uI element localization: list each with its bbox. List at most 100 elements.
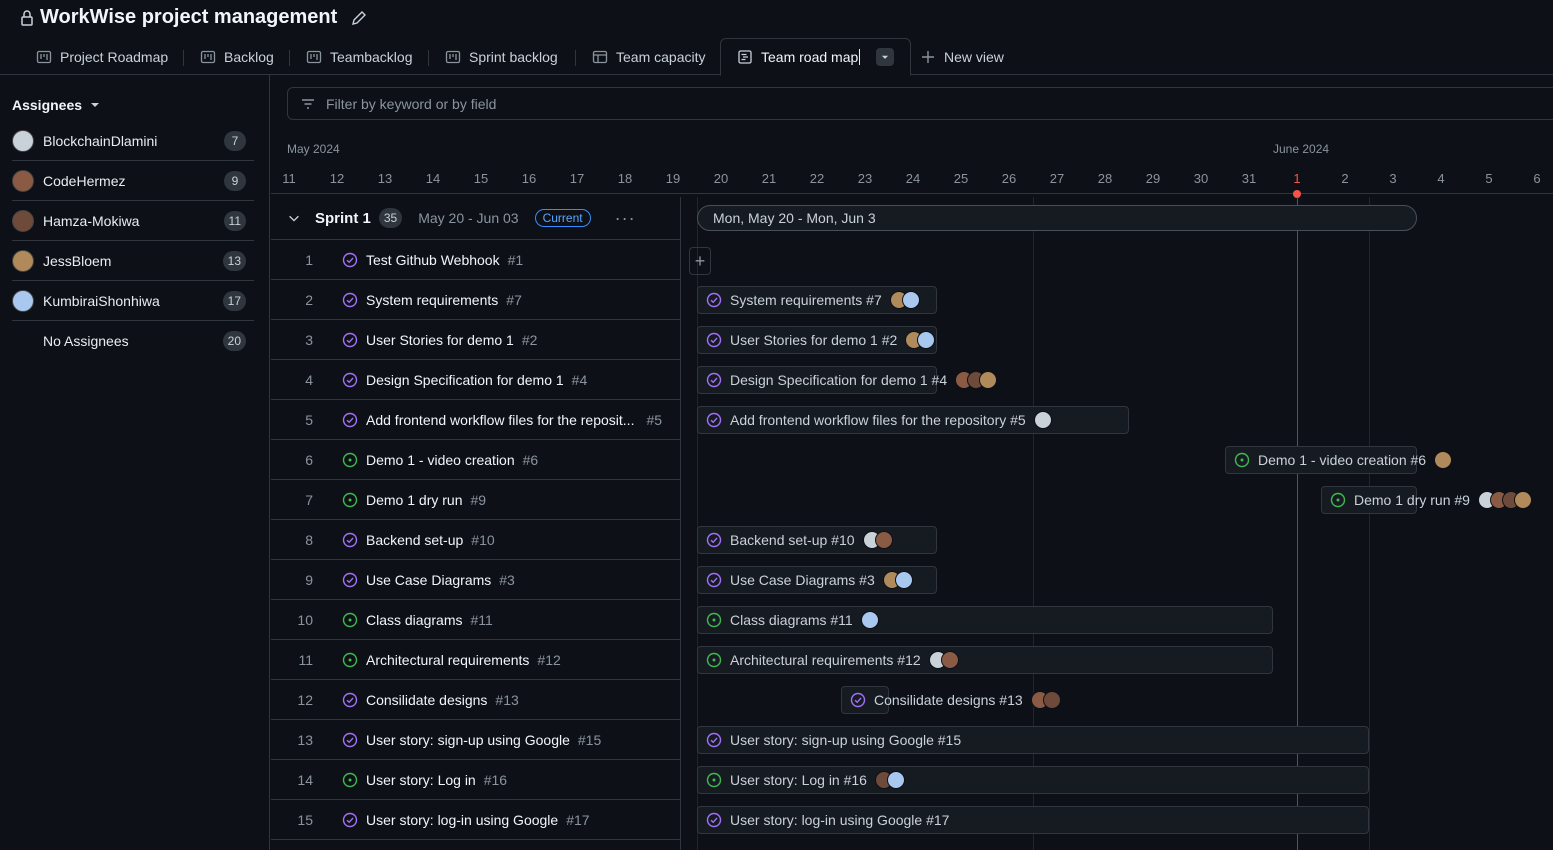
day-label: 3 [1389,171,1397,186]
roadmap-item-bar[interactable]: Consilidate designs #13 [841,686,1061,714]
tab-sprint-backlog[interactable]: Sprint backlog [445,38,558,75]
issue-title[interactable]: User story: log-in using Google [366,812,558,828]
roadmap-item-bar[interactable]: System requirements #7 [697,286,937,314]
table-row[interactable]: 13 User story: sign-up using Google #15 [271,720,681,760]
table-icon [592,50,608,63]
bar-label: Design Specification for demo 1 #4 [730,372,948,388]
issue-title[interactable]: Design Specification for demo 1 [366,372,564,388]
avatar [1434,451,1453,469]
assignee-count: 7 [224,130,246,151]
table-row[interactable]: 10 Class diagrams #11 [271,600,681,640]
assignees-dropdown[interactable]: Assignees [12,97,100,113]
table-row[interactable]: 4 Design Specification for demo 1 #4 [271,360,681,400]
table-row[interactable]: 14 User story: Log in #16 [271,760,681,800]
table-row[interactable]: 8 Backend set-up #10 [271,520,681,560]
issue-closed-icon [706,412,722,428]
issue-title[interactable]: Consilidate designs [366,692,487,708]
assignee-hamza-mokiwa[interactable]: Hamza-Mokiwa 11 [12,201,254,241]
table-row[interactable]: 9 Use Case Diagrams #3 [271,560,681,600]
sprint-range-pill[interactable]: Mon, May 20 - Mon, Jun 3 [697,205,1417,231]
roadmap-item-bar[interactable]: Demo 1 dry run #9 [1321,486,1532,514]
day-label: 29 [1145,171,1161,186]
issue-title[interactable]: System requirements [366,292,498,308]
roadmap-item-bar[interactable]: Use Case Diagrams #3 [697,566,937,594]
bar-label: User story: sign-up using Google #15 [730,732,962,748]
issue-title[interactable]: Demo 1 dry run [366,492,462,508]
issue-title[interactable]: Test Github Webhook [366,252,500,268]
view-options-button[interactable] [876,48,895,66]
table-row[interactable]: 5 Add frontend workflow files for the rep… [271,400,681,440]
issue-closed-icon [706,732,722,748]
issue-number: #11 [470,611,493,628]
table-row[interactable]: 2 System requirements #7 [271,280,681,320]
assignee-name: JessBloem [43,252,112,269]
roadmap-item-bar[interactable]: Design Specification for demo 1 #4 [697,366,998,394]
table-row[interactable]: 11 Architectural requirements #12 [271,640,681,680]
bar-label: Backend set-up #10 [730,532,855,548]
chevron-down-icon[interactable] [287,211,301,225]
roadmap-item-bar[interactable]: User story: Log in #16 [697,766,1369,794]
issue-number: #4 [571,371,588,388]
table-row[interactable]: 7 Demo 1 dry run #9 [271,480,681,520]
bar-label: User story: log-in using Google #17 [730,812,950,828]
table-row[interactable]: 15 User story: log-in using Google #17 [271,800,681,840]
day-label: 15 [473,171,489,186]
assignee-name: Hamza-Mokiwa [43,212,140,229]
assignee-none[interactable]: No Assignees 20 [12,321,254,361]
assignee-avatars [862,531,893,549]
table-row[interactable]: 6 Demo 1 - video creation #6 [271,440,681,480]
pencil-icon[interactable] [351,10,367,26]
table-row[interactable]: 1 Test Github Webhook #1 [271,240,681,280]
roadmap-item-bar[interactable]: User story: log-in using Google #17 [697,806,1369,834]
issue-title[interactable]: Use Case Diagrams [366,572,491,588]
roadmap-item-bar[interactable]: Architectural requirements #12 [697,646,1273,674]
roadmap-item-bar[interactable]: User Stories for demo 1 #2 [697,326,937,354]
issue-title[interactable]: Backend set-up [366,532,463,548]
roadmap-item-bar[interactable]: User story: sign-up using Google #15 [697,726,1369,754]
new-view-label: New view [944,48,1004,65]
issue-title[interactable]: Demo 1 - video creation [366,452,515,468]
add-date-button[interactable]: + [689,247,711,275]
tab-teambacklog[interactable]: Teambacklog [306,38,413,75]
assignee-blockchaindlamini[interactable]: BlockchainDlamini 7 [12,121,254,161]
roadmap-item-bar[interactable]: Backend set-up #10 [697,526,937,554]
tab-team-capacity[interactable]: Team capacity [592,38,705,75]
new-view-button[interactable]: New view [920,38,1004,75]
sprint-range-label: Mon, May 20 - Mon, Jun 3 [713,210,876,226]
assignee-codehermez[interactable]: CodeHermez 9 [12,161,254,201]
issue-title[interactable]: Architectural requirements [366,652,529,668]
assignee-avatars [1033,411,1052,429]
assignee-jessbloem[interactable]: JessBloem 13 [12,241,254,281]
more-options-icon[interactable]: ··· [615,208,636,229]
row-number: 3 [305,331,313,348]
day-label: 4 [1437,171,1445,186]
task-table: Sprint 1 35 May 20 - Jun 03 Current ··· … [271,197,681,850]
tab-backlog[interactable]: Backlog [200,38,274,75]
issue-title[interactable]: Add frontend workflow files for the repo… [366,412,634,428]
bar-label: Demo 1 - video creation #6 [1258,452,1427,468]
roadmap-item-bar[interactable]: Add frontend workflow files for the repo… [697,406,1129,434]
filter-input[interactable]: Filter by keyword or by field [287,87,1553,120]
assignee-avatars [1030,691,1061,709]
tab-project-roadmap[interactable]: Project Roadmap [36,38,168,75]
issue-title[interactable]: User story: sign-up using Google [366,732,570,748]
sprint-group-header[interactable]: Sprint 1 35 May 20 - Jun 03 Current ··· [271,197,681,240]
tab-team-road-map[interactable]: Team road map [720,38,912,76]
assignee-kumbiraishonhiwa[interactable]: KumbiraiShonhiwa 17 [12,281,254,321]
issue-number: #2 [521,331,538,348]
roadmap-item-bar[interactable]: Class diagrams #11 [697,606,1273,634]
table-row[interactable]: 12 Consilidate designs #13 [271,680,681,720]
assignee-avatars [928,651,959,669]
title-bar: WorkWise project management [0,0,1553,36]
avatar [12,209,34,232]
table-row[interactable]: 3 User Stories for demo 1 #2 [271,320,681,360]
issue-closed-icon [342,252,358,267]
row-number: 14 [297,771,313,788]
issue-title[interactable]: User story: Log in [366,772,476,788]
issue-title[interactable]: Class diagrams [366,612,462,628]
roadmap-item-bar[interactable]: Demo 1 - video creation #6 [1225,446,1453,474]
caret-down-icon [91,103,100,107]
issue-title[interactable]: User Stories for demo 1 [366,332,514,348]
row-number: 2 [305,291,313,308]
issue-closed-icon [342,412,358,427]
